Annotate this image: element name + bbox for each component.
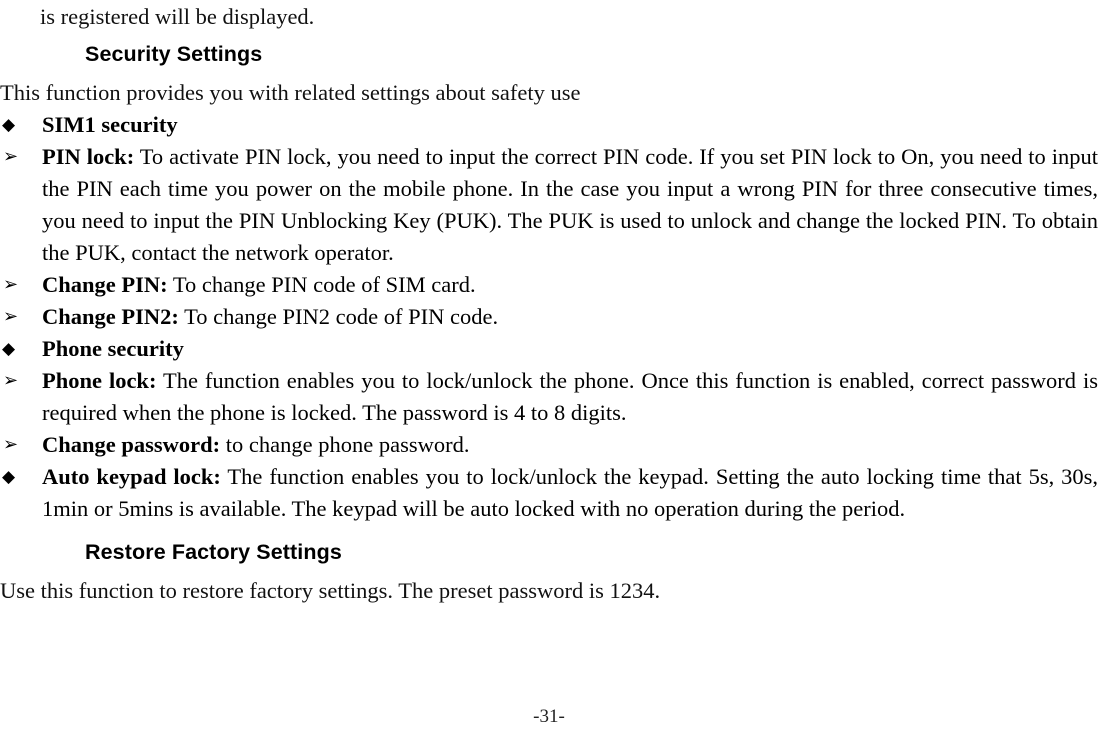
page-number: -31-: [533, 706, 565, 727]
list-item-lead: Change PIN:: [42, 272, 168, 297]
section-heading-restore-factory-settings: Restore Factory Settings: [85, 540, 342, 564]
list-item-body: to change phone password.: [220, 432, 470, 457]
list-item-body: To change PIN2 code of PIN code.: [178, 304, 499, 329]
list-item: ◆ Phone security: [0, 333, 1098, 365]
arrow-bullet-icon: ➢: [3, 434, 19, 455]
list-item-body: The function enables you to lock/unlock …: [42, 368, 1098, 425]
arrow-bullet-icon: ➢: [3, 146, 19, 167]
section-intro-restore-factory-settings: Use this function to restore factory set…: [0, 578, 661, 603]
list-item: ➢ Phone lock: The function enables you t…: [0, 365, 1098, 429]
list-item: ◆ Auto keypad lock: The function enables…: [0, 461, 1098, 525]
list-item: ➢ PIN lock: To activate PIN lock, you ne…: [0, 141, 1098, 269]
list-item: ➢ Change password: to change phone passw…: [0, 429, 1098, 461]
list-item-lead: SIM1 security: [42, 112, 178, 137]
section-heading-security-settings: Security Settings: [85, 42, 263, 66]
list-item-lead: Change password:: [42, 432, 221, 457]
arrow-bullet-icon: ➢: [3, 274, 19, 295]
list-item: ➢ Change PIN2: To change PIN2 code of PI…: [0, 301, 1098, 333]
section-intro-security-settings: This function provides you with related …: [0, 80, 581, 105]
document-page: is registered will be displayed. Securit…: [0, 0, 1098, 735]
diamond-bullet-icon: ◆: [2, 339, 16, 359]
list-item: ◆ SIM1 security: [0, 109, 1098, 141]
list-item: ➢ Change PIN: To change PIN code of SIM …: [0, 269, 1098, 301]
list-item-lead: Change PIN2:: [42, 304, 179, 329]
list-item-lead: PIN lock:: [42, 144, 135, 169]
page-content: is registered will be displayed. Securit…: [0, 0, 1098, 607]
diamond-bullet-icon: ◆: [2, 467, 16, 487]
list-item-body: To activate PIN lock, you need to input …: [42, 144, 1098, 265]
arrow-bullet-icon: ➢: [3, 370, 19, 391]
arrow-bullet-icon: ➢: [3, 306, 19, 327]
list-item-lead: Auto keypad lock:: [42, 464, 221, 489]
carryover-paragraph: is registered will be displayed.: [40, 4, 315, 29]
list-item-body: To change PIN code of SIM card.: [167, 272, 476, 297]
list-item-lead: Phone lock:: [42, 368, 157, 393]
diamond-bullet-icon: ◆: [2, 115, 16, 135]
list-item-lead: Phone security: [42, 336, 184, 361]
